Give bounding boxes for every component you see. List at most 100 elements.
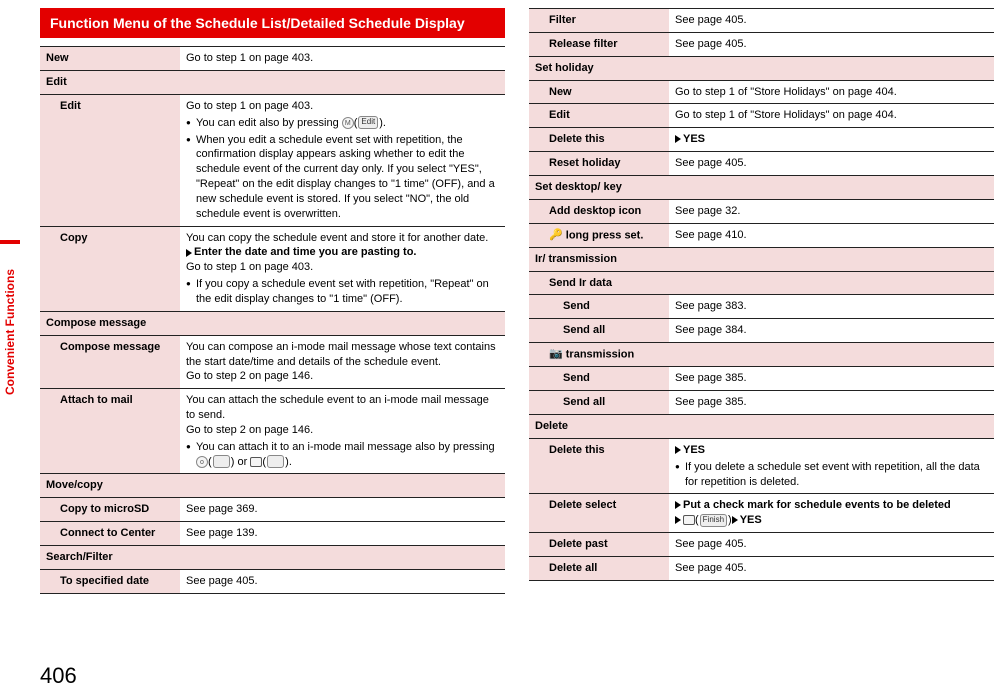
left-menu-table: New Go to step 1 on page 403. Edit Edit … <box>40 46 505 593</box>
label-release: Release filter <box>529 32 669 56</box>
dselect-yes: YES <box>740 514 762 526</box>
row-compose: Compose message You can compose an i-mod… <box>40 335 505 389</box>
desktop-label-text: Set desktop/ key <box>535 181 622 193</box>
label-dthis: Delete this <box>529 438 669 494</box>
softkey-blank2 <box>267 455 284 468</box>
row-copy: Copy You can copy the schedule event and… <box>40 226 505 311</box>
dthis-bullet: If you delete a schedule set event with … <box>675 460 988 490</box>
triangle-icon <box>675 135 681 143</box>
copy-line1: You can copy the schedule event and stor… <box>186 232 488 244</box>
label-microsd: Copy to microSD <box>40 498 180 522</box>
dthis-yes: YES <box>683 444 705 456</box>
ictrans-text: transmission <box>563 348 635 360</box>
row-hreset: Reset holiday See page 405. <box>529 152 994 176</box>
row-dpast: Delete past See page 405. <box>529 533 994 557</box>
edit-bullet1: You can edit also by pressing M(Edit). <box>186 116 499 131</box>
key-icon: o <box>196 456 208 468</box>
group-search-label: Search/Filter <box>40 545 505 569</box>
row-microsd: Copy to microSD See page 369. <box>40 498 505 522</box>
triangle-icon <box>186 249 192 257</box>
group-ictrans-label: 📷 transmission <box>529 343 994 367</box>
desc-irsend: See page 383. <box>669 295 994 319</box>
desc-irsendall: See page 384. <box>669 319 994 343</box>
label-dselect: Delete select <box>529 494 669 533</box>
triangle-icon <box>732 516 738 524</box>
desc-hnew: Go to step 1 of "Store Holidays" on page… <box>669 80 994 104</box>
group-delete: Delete <box>529 415 994 439</box>
side-tab-label: Convenient Functions <box>3 269 17 395</box>
label-copy: Copy <box>40 226 180 311</box>
section-title: Function Menu of the Schedule List/Detai… <box>40 8 505 38</box>
attach-line1: You can attach the schedule event to an … <box>186 394 489 421</box>
attach-or: or <box>234 456 250 468</box>
desc-icsendall: See page 385. <box>669 391 994 415</box>
group-edit: Edit <box>40 71 505 95</box>
mail-key-icon <box>250 457 262 467</box>
group-sendir: Send Ir data <box>529 271 994 295</box>
page-number: 406 <box>40 663 77 689</box>
longpress-text: long press set. <box>563 229 644 241</box>
group-delete-label: Delete <box>529 415 994 439</box>
label-icsendall: Send all <box>529 391 669 415</box>
desc-tospec: See page 405. <box>180 569 505 593</box>
edit-softkey: Edit <box>358 116 378 129</box>
label-hdelete: Delete this <box>529 128 669 152</box>
row-new: New Go to step 1 on page 403. <box>40 47 505 71</box>
triangle-icon <box>675 516 681 524</box>
row-dall: Delete all See page 405. <box>529 556 994 580</box>
label-connect: Connect to Center <box>40 522 180 546</box>
row-adddesktop: Add desktop icon See page 32. <box>529 199 994 223</box>
copy-line2: Go to step 1 on page 403. <box>186 261 313 273</box>
menu-key-icon: M <box>342 117 354 129</box>
group-ir: Ir/ transmission <box>529 247 994 271</box>
mail-key-icon <box>683 515 695 525</box>
attach-bullet1: You can attach it to an i-mode mail mess… <box>186 440 499 470</box>
row-attach: Attach to mail You can attach the schedu… <box>40 389 505 474</box>
label-compose: Compose message <box>40 335 180 389</box>
ic-icon: 📷 <box>549 347 563 362</box>
desc-icsend: See page 385. <box>669 367 994 391</box>
attach-b1a: You can attach it to an i-mode mail mess… <box>196 441 495 453</box>
row-irsend: Send See page 383. <box>529 295 994 319</box>
label-irsend: Send <box>529 295 669 319</box>
row-hdelete: Delete this YES <box>529 128 994 152</box>
desc-dthis: YES If you delete a schedule set event w… <box>669 438 994 494</box>
label-adddesktop: Add desktop icon <box>529 199 669 223</box>
desc-attach: You can attach the schedule event to an … <box>180 389 505 474</box>
label-edit: Edit <box>40 94 180 226</box>
label-irsendall: Send all <box>529 319 669 343</box>
desc-connect: See page 139. <box>180 522 505 546</box>
label-icsend: Send <box>529 367 669 391</box>
edit-b1a: You can edit also by pressing <box>196 117 342 129</box>
edit-b1b: . <box>383 117 386 129</box>
label-hnew: New <box>529 80 669 104</box>
key-icon: 🔑 <box>549 228 563 243</box>
label-hedit: Edit <box>529 104 669 128</box>
right-column: Filter See page 405. Release filter See … <box>529 0 994 657</box>
group-ictrans: 📷 transmission <box>529 343 994 367</box>
group-desktop: Set desktop/ key <box>529 175 994 199</box>
dselect-tri1: Put a check mark for schedule events to … <box>683 499 951 511</box>
group-desktop-label: Set desktop/ key <box>529 175 994 199</box>
desc-hdelete: YES <box>669 128 994 152</box>
finish-softkey: Finish <box>700 514 727 527</box>
group-compose: Compose message <box>40 311 505 335</box>
desc-dpast: See page 405. <box>669 533 994 557</box>
desc-adddesktop: See page 32. <box>669 199 994 223</box>
group-holiday: Set holiday <box>529 56 994 80</box>
copy-tri1: Enter the date and time you are pasting … <box>194 246 416 258</box>
group-search: Search/Filter <box>40 545 505 569</box>
hdelete-yes: YES <box>683 133 705 145</box>
row-tospec: To specified date See page 405. <box>40 569 505 593</box>
page-content: Function Menu of the Schedule List/Detai… <box>40 0 994 657</box>
label-new: New <box>40 47 180 71</box>
group-sendir-label: Send Ir data <box>529 271 994 295</box>
desc-dall: See page 405. <box>669 556 994 580</box>
label-tospec: To specified date <box>40 569 180 593</box>
group-move: Move/copy <box>40 474 505 498</box>
group-move-label: Move/copy <box>40 474 505 498</box>
row-dselect: Delete select Put a check mark for sched… <box>529 494 994 533</box>
group-ir-label: Ir/ transmission <box>529 247 994 271</box>
label-filter: Filter <box>529 9 669 33</box>
edit-bullet2: When you edit a schedule event set with … <box>186 133 499 222</box>
